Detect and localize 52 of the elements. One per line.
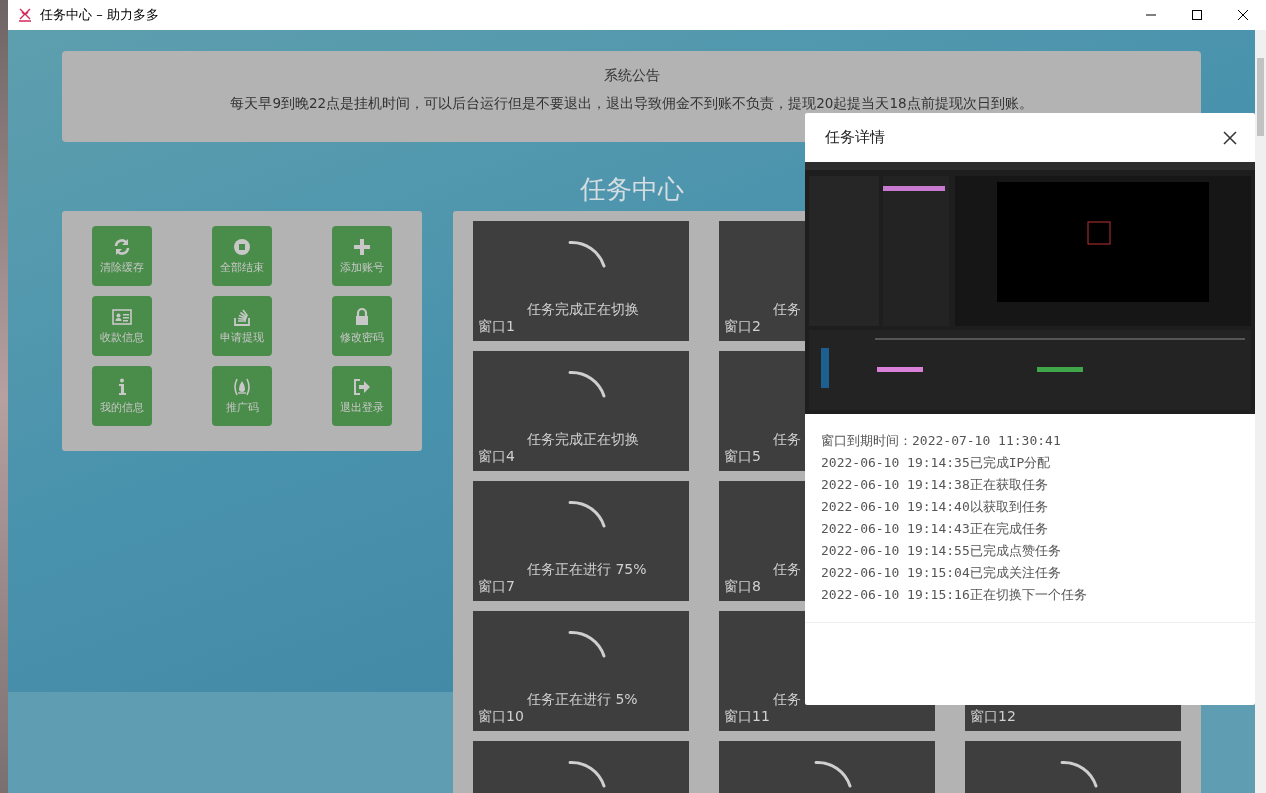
task-status: 任务正在进行 75% (527, 561, 647, 579)
minimize-icon (1145, 14, 1157, 16)
window-label: 窗口11 (724, 708, 770, 726)
sign-out-icon (352, 377, 372, 397)
log-line: 窗口到期时间：2022-07-10 11:30:41 (821, 432, 1062, 450)
log-line: 2022-06-10 19:15:04已完成关注任务 (821, 564, 1062, 582)
window-label: 窗口4 (478, 448, 515, 466)
plus-icon (352, 237, 372, 257)
action-button[interactable]: 我的信息 (92, 366, 152, 426)
log-line: 2022-06-10 19:15:16正在切换下一个任务 (821, 586, 1088, 604)
action-button[interactable]: 退出登录 (332, 366, 392, 426)
window-label: 窗口1 (478, 318, 515, 336)
window-label: 窗口8 (724, 578, 761, 596)
notice-title: 系统公告 (603, 67, 660, 85)
window-label: 窗口10 (478, 708, 524, 726)
fire-icon (232, 377, 252, 397)
close-button[interactable] (1221, 128, 1239, 147)
stop-icon (232, 237, 252, 257)
task-status: 任务完成正在切换 (527, 431, 639, 449)
task-status: 任务正在进行 5% (527, 691, 638, 709)
task-status: 任务 (773, 301, 801, 319)
action-button[interactable]: 清除缓存 (92, 226, 152, 286)
task-status: 任务完成正在切换 (527, 301, 639, 319)
window-title: 任务中心 – 助力多多 (40, 6, 159, 24)
stack-icon (232, 307, 252, 327)
close-icon (1237, 9, 1249, 21)
window-label: 窗口12 (970, 708, 1016, 726)
dialog-title: 任务详情 (825, 128, 885, 147)
app-icon (18, 8, 32, 22)
action-button[interactable]: 收款信息 (92, 296, 152, 356)
window-label: 窗口5 (724, 448, 761, 466)
action-button[interactable]: 添加账号 (332, 226, 392, 286)
log-line: 2022-06-10 19:14:43正在完成任务 (821, 520, 1049, 538)
action-button[interactable]: 修改密码 (332, 296, 392, 356)
log-line: 2022-06-10 19:14:35已完成IP分配 (821, 454, 1052, 472)
notice-text: 每天早9到晚22点是挂机时间，可以后台运行但是不要退出，退出导致佣金不到账不负责，提现20起提当天18点前提现次日到账。 (230, 95, 1033, 113)
page-heading: 任务中心 (578, 173, 685, 206)
log-line: 2022-06-10 19:14:40以获取到任务 (821, 498, 1049, 516)
action-button[interactable]: 全部结束 (212, 226, 272, 286)
log-line: 2022-06-10 19:14:55已完成点赞任务 (821, 542, 1062, 560)
action-button[interactable]: 推广码 (212, 366, 272, 426)
window-label: 窗口7 (478, 578, 515, 596)
action-button[interactable]: 申请提现 (212, 296, 272, 356)
task-status: 任务 (773, 561, 801, 579)
task-status: 任务 (773, 431, 801, 449)
id-card-icon (112, 307, 132, 327)
task-status: 任务 (773, 691, 801, 709)
scrollbar[interactable] (1255, 30, 1266, 793)
log-line: 2022-06-10 19:14:38正在获取任务 (821, 476, 1049, 494)
maximize-icon (1191, 9, 1203, 21)
window-label: 窗口2 (724, 318, 761, 336)
refresh-icon (112, 237, 132, 257)
